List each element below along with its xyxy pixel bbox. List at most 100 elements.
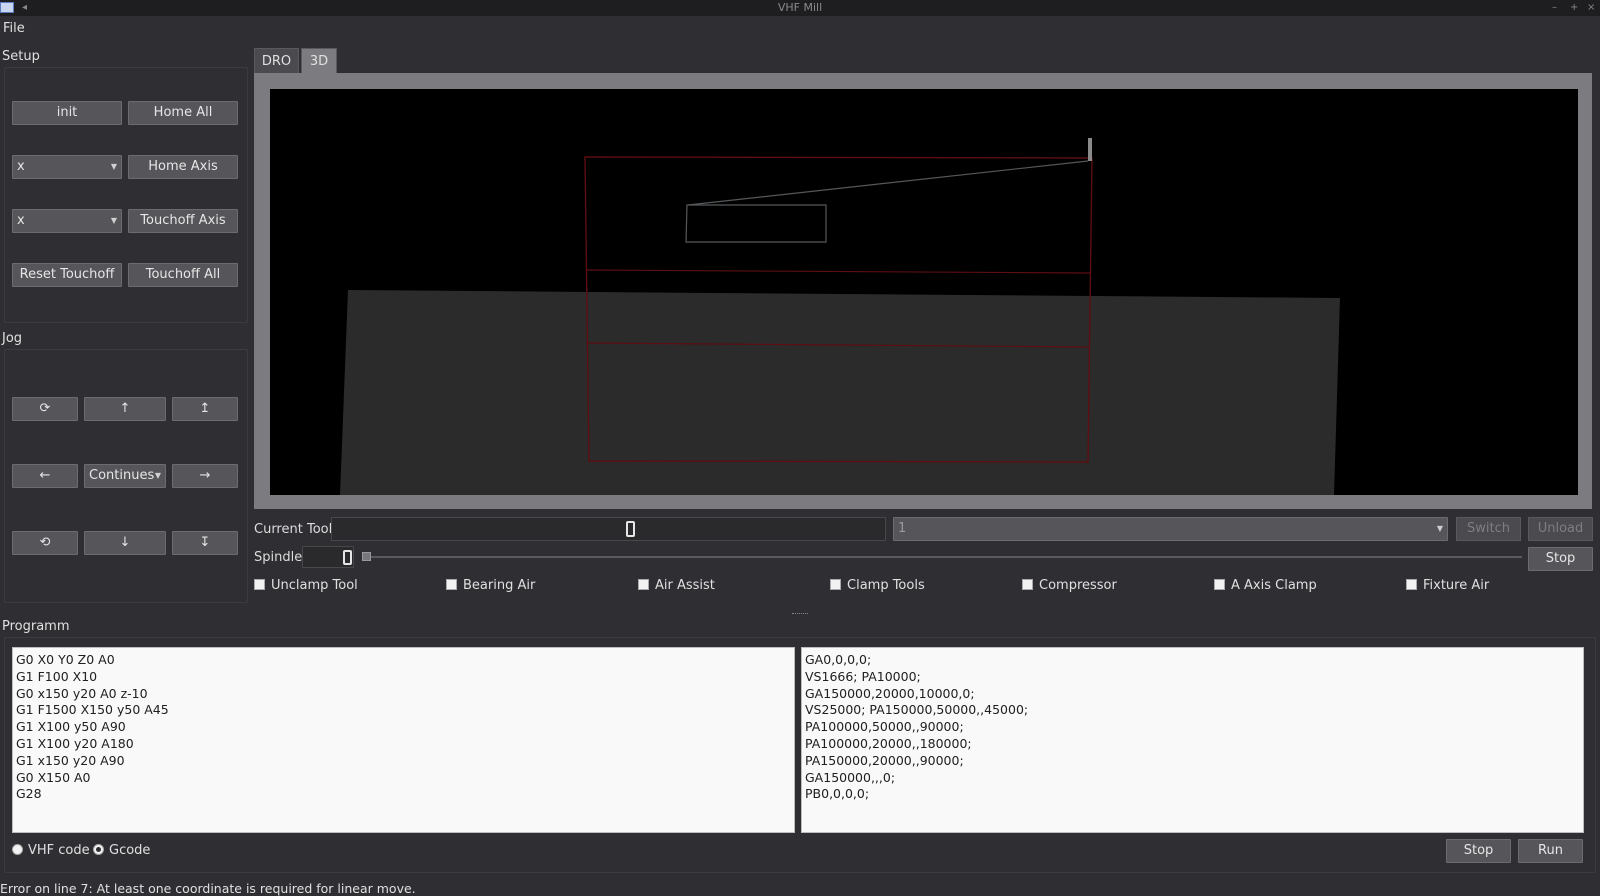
home-axis-select-value: x <box>17 159 25 174</box>
checkbox-unclamp-tool[interactable]: Unclamp Tool <box>254 578 358 594</box>
tab-3d[interactable]: 3D <box>301 48 337 73</box>
code-line[interactable]: PA100000,20000,,180000; <box>805 736 1580 753</box>
code-line[interactable]: VS1666; PA10000; <box>805 669 1580 686</box>
code-line[interactable]: G1 X100 y20 A180 <box>16 736 791 753</box>
checkbox-bearing-air[interactable]: Bearing Air <box>446 578 535 594</box>
spindle-slider-handle[interactable] <box>362 552 371 561</box>
machine-table <box>340 290 1340 495</box>
spindle-stop-button[interactable]: Stop <box>1528 547 1593 571</box>
jog-rotate-cw-button[interactable]: ⟳ <box>12 397 78 421</box>
minimize-icon[interactable]: – <box>1552 0 1557 16</box>
checkbox-clamp-tools[interactable]: Clamp Tools <box>830 578 925 594</box>
code-line[interactable]: GA0,0,0,0; <box>805 652 1580 669</box>
splitter-handle[interactable] <box>792 613 808 615</box>
checkbox-compressor[interactable]: Compressor <box>1022 578 1117 594</box>
tool-select[interactable]: 1 ▼ <box>893 517 1448 541</box>
menu-file[interactable]: File <box>3 21 25 36</box>
radio-button[interactable] <box>93 844 104 855</box>
reset-touchoff-button[interactable]: Reset Touchoff <box>12 263 122 287</box>
code-line[interactable]: G1 X100 y50 A90 <box>16 719 791 736</box>
code-line[interactable]: G0 X0 Y0 Z0 A0 <box>16 652 791 669</box>
setup-group-label: Setup <box>2 49 40 64</box>
code-line[interactable]: G0 X150 A0 <box>16 770 791 787</box>
radio-vhf-code[interactable]: VHF code <box>12 843 90 859</box>
chevron-down-icon: ▼ <box>110 216 117 225</box>
checkbox-box[interactable] <box>254 579 265 590</box>
checkbox-box[interactable] <box>1214 579 1225 590</box>
init-button[interactable]: init <box>12 101 122 125</box>
status-message: Error on line 7: At least one coordinate… <box>0 881 416 896</box>
checkbox-label: Unclamp Tool <box>271 578 358 593</box>
window-title: VHF Mill <box>777 1 823 14</box>
touchoff-axis-select[interactable]: x ▼ <box>12 209 122 233</box>
home-axis-select[interactable]: x ▼ <box>12 155 122 179</box>
current-tool-slider[interactable] <box>331 517 886 541</box>
tab-dro[interactable]: DRO <box>254 48 299 73</box>
3d-viewport[interactable] <box>270 89 1578 495</box>
checkbox-label: A Axis Clamp <box>1231 578 1317 593</box>
touchoff-axis-select-value: x <box>17 213 25 228</box>
code-line[interactable]: G1 x150 y20 A90 <box>16 753 791 770</box>
current-tool-label: Current Tool <box>254 522 333 537</box>
checkbox-fixture-air[interactable]: Fixture Air <box>1406 578 1489 594</box>
home-axis-button[interactable]: Home Axis <box>128 155 238 179</box>
code-line[interactable]: GA150000,20000,10000,0; <box>805 686 1580 703</box>
spindle-slider-track[interactable] <box>362 556 1522 558</box>
jog-mode-select[interactable]: Continues ▼ <box>84 464 166 488</box>
code-line[interactable]: GA150000,,,0; <box>805 770 1580 787</box>
home-all-button[interactable]: Home All <box>128 101 238 125</box>
checkbox-a-axis-clamp[interactable]: A Axis Clamp <box>1214 578 1317 594</box>
jog-up-button[interactable]: ↑ <box>84 397 166 421</box>
touchoff-all-button[interactable]: Touchoff All <box>128 263 238 287</box>
code-line[interactable]: PB0,0,0,0; <box>805 786 1580 803</box>
chevron-down-icon: ▼ <box>1436 524 1443 533</box>
chevron-down-icon: ▼ <box>110 162 117 171</box>
program-run-button[interactable]: Run <box>1518 839 1583 863</box>
vhf-code-editor[interactable]: GA0,0,0,0; VS1666; PA10000; GA150000,20000… <box>801 647 1584 833</box>
code-line[interactable]: G28 <box>16 786 791 803</box>
jog-z-up-button[interactable]: ↥ <box>172 397 238 421</box>
jog-down-button[interactable]: ↓ <box>84 531 166 555</box>
checkbox-label: Bearing Air <box>463 578 536 593</box>
checkbox-label: Air Assist <box>655 578 715 593</box>
spindle-spin-handle[interactable] <box>343 550 352 565</box>
slider-handle[interactable] <box>626 521 635 537</box>
checkbox-box[interactable] <box>830 579 841 590</box>
checkbox-box[interactable] <box>446 579 457 590</box>
tool-select-value: 1 <box>898 521 907 536</box>
jog-right-button[interactable]: → <box>172 464 238 488</box>
work-envelope-line <box>585 269 1092 274</box>
radio-label: VHF code <box>28 843 90 858</box>
jog-left-button[interactable]: ← <box>12 464 78 488</box>
checkbox-label: Clamp Tools <box>847 578 925 593</box>
jog-rotate-ccw-button[interactable]: ⟲ <box>12 531 78 555</box>
code-line[interactable]: G1 F1500 X150 y50 A45 <box>16 702 791 719</box>
jog-z-down-button[interactable]: ↧ <box>172 531 238 555</box>
unload-button[interactable]: Unload <box>1528 517 1593 541</box>
code-line[interactable]: PA150000,20000,,90000; <box>805 753 1580 770</box>
toolpath-rect <box>685 204 827 243</box>
checkbox-box[interactable] <box>1406 579 1417 590</box>
3d-scene <box>340 138 1340 495</box>
radio-button[interactable] <box>12 844 23 855</box>
close-icon[interactable]: × <box>1587 0 1595 16</box>
checkbox-box[interactable] <box>1022 579 1033 590</box>
maximize-icon[interactable]: + <box>1570 0 1578 16</box>
code-line[interactable]: VS25000; PA150000,50000,,45000; <box>805 702 1580 719</box>
touchoff-axis-button[interactable]: Touchoff Axis <box>128 209 238 233</box>
spindle-speed-field[interactable] <box>302 546 354 568</box>
code-line[interactable]: PA100000,50000,,90000; <box>805 719 1580 736</box>
chevron-down-icon: ▼ <box>154 471 161 480</box>
radio-gcode[interactable]: Gcode <box>93 843 150 859</box>
checkbox-label: Fixture Air <box>1423 578 1490 593</box>
jog-mode-value: Continues <box>89 468 155 483</box>
code-line[interactable]: G0 x150 y20 A0 z-10 <box>16 686 791 703</box>
switch-button[interactable]: Switch <box>1456 517 1521 541</box>
program-stop-button[interactable]: Stop <box>1446 839 1511 863</box>
checkbox-air-assist[interactable]: Air Assist <box>638 578 715 594</box>
checkbox-box[interactable] <box>638 579 649 590</box>
gcode-editor[interactable]: G0 X0 Y0 Z0 A0 G1 F100 X10 G0 x150 y20 A0 … <box>12 647 795 833</box>
jog-group-label: Jog <box>2 331 23 346</box>
code-line[interactable]: G1 F100 X10 <box>16 669 791 686</box>
title-bar: ◂ VHF Mill – + × <box>0 0 1600 16</box>
